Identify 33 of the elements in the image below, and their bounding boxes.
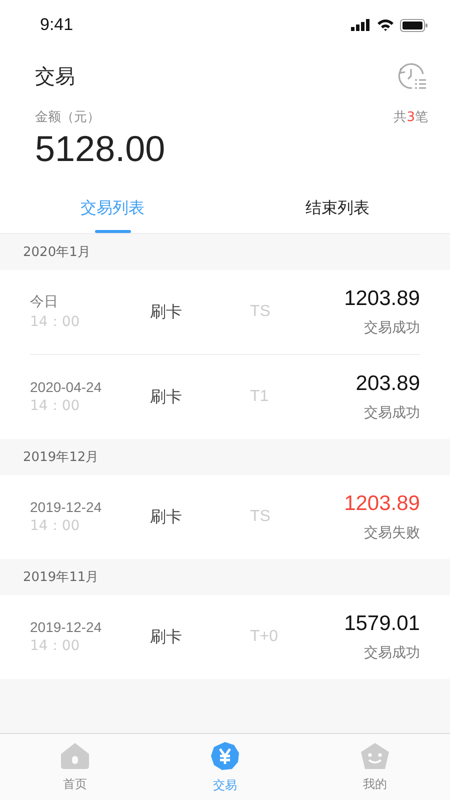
yen-icon	[210, 740, 240, 770]
transaction-count: 共3笔	[394, 109, 428, 126]
month-label: 2020年1月	[23, 244, 90, 261]
transaction-amount: 1203.89	[344, 492, 420, 516]
payment-method: 刷卡	[150, 302, 183, 322]
payment-method: 刷卡	[150, 626, 183, 648]
battery-icon	[400, 18, 428, 32]
signal-icon	[351, 19, 371, 31]
transaction-date: 2020-04-24	[30, 379, 103, 395]
transaction-date: 2019-12-24	[30, 499, 103, 515]
transaction-status: 交易成功	[364, 644, 420, 662]
wifi-icon	[377, 19, 394, 31]
transaction-status: 交易成功	[364, 319, 420, 337]
nav-item[interactable]: 我的	[300, 734, 450, 800]
transaction-amount: 1203.89	[344, 287, 420, 311]
transaction-status: 交易成功	[364, 404, 420, 422]
transaction-status: 交易失败	[364, 524, 420, 542]
amount-label: 金额（元）	[35, 109, 100, 126]
total-amount: 5128.00	[35, 128, 166, 170]
payment-method: 刷卡	[150, 386, 183, 408]
month-label: 2019年11月	[23, 569, 99, 586]
page-title: 交易	[35, 62, 75, 90]
transaction-date: 2019-12-24	[30, 619, 103, 635]
transaction-date: 今日	[30, 293, 59, 311]
home-icon	[60, 742, 90, 770]
transaction-amount: 203.89	[356, 372, 420, 396]
status-time: 9:41	[40, 15, 74, 35]
month-label: 2019年12月	[23, 449, 99, 466]
tab[interactable]: 结束列表	[225, 184, 450, 233]
smiley-icon	[360, 742, 390, 770]
payment-method: 刷卡	[150, 506, 183, 528]
history-icon[interactable]	[396, 60, 428, 92]
transaction-amount: 1579.01	[344, 612, 420, 636]
